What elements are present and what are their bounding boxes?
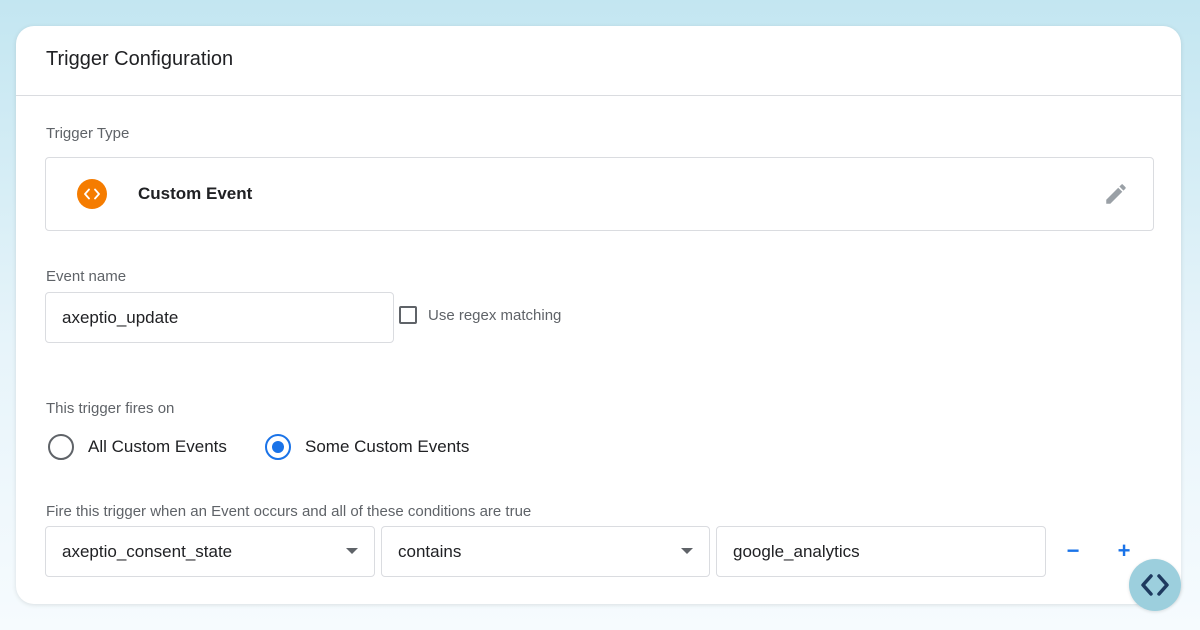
dropdown-arrow-icon xyxy=(346,548,358,554)
radio-button-selected[interactable] xyxy=(265,434,291,460)
radio-button[interactable] xyxy=(48,434,74,460)
event-name-label: Event name xyxy=(46,268,127,285)
pencil-icon[interactable] xyxy=(1103,181,1129,207)
code-brackets-icon xyxy=(77,179,107,209)
trigger-type-name: Custom Event xyxy=(138,184,253,203)
dropdown-arrow-icon xyxy=(681,548,693,554)
event-name-input[interactable]: axeptio_update xyxy=(45,292,394,343)
condition-variable-value: axeptio_consent_state xyxy=(62,541,233,561)
radio-some-custom-events[interactable]: Some Custom Events xyxy=(265,434,469,460)
event-name-value: axeptio_update xyxy=(62,307,179,327)
code-brackets-logo-icon xyxy=(1129,559,1181,611)
card-title: Trigger Configuration xyxy=(46,48,234,70)
card-divider xyxy=(16,95,1181,96)
regex-checkbox-label: Use regex matching xyxy=(428,306,562,324)
fires-on-label: This trigger fires on xyxy=(46,400,175,417)
remove-condition-button[interactable]: − xyxy=(1061,539,1085,563)
condition-variable-select[interactable]: axeptio_consent_state xyxy=(45,526,375,577)
radio-all-custom-events[interactable]: All Custom Events xyxy=(48,434,227,460)
trigger-type-label: Trigger Type xyxy=(46,125,130,142)
conditions-label: Fire this trigger when an Event occurs a… xyxy=(46,503,532,520)
regex-checkbox-row[interactable]: Use regex matching xyxy=(399,306,561,324)
condition-value: google_analytics xyxy=(733,541,860,561)
radio-label: All Custom Events xyxy=(88,437,227,456)
regex-checkbox[interactable] xyxy=(399,306,417,324)
trigger-configuration-card: Trigger Configuration Trigger Type Custo… xyxy=(16,26,1181,604)
condition-operator-select[interactable]: contains xyxy=(381,526,710,577)
radio-label: Some Custom Events xyxy=(305,437,470,456)
condition-operator-value: contains xyxy=(398,541,462,561)
add-condition-button[interactable]: + xyxy=(1112,539,1136,563)
condition-value-input[interactable]: google_analytics xyxy=(716,526,1046,577)
trigger-type-selector[interactable]: Custom Event xyxy=(45,157,1154,231)
